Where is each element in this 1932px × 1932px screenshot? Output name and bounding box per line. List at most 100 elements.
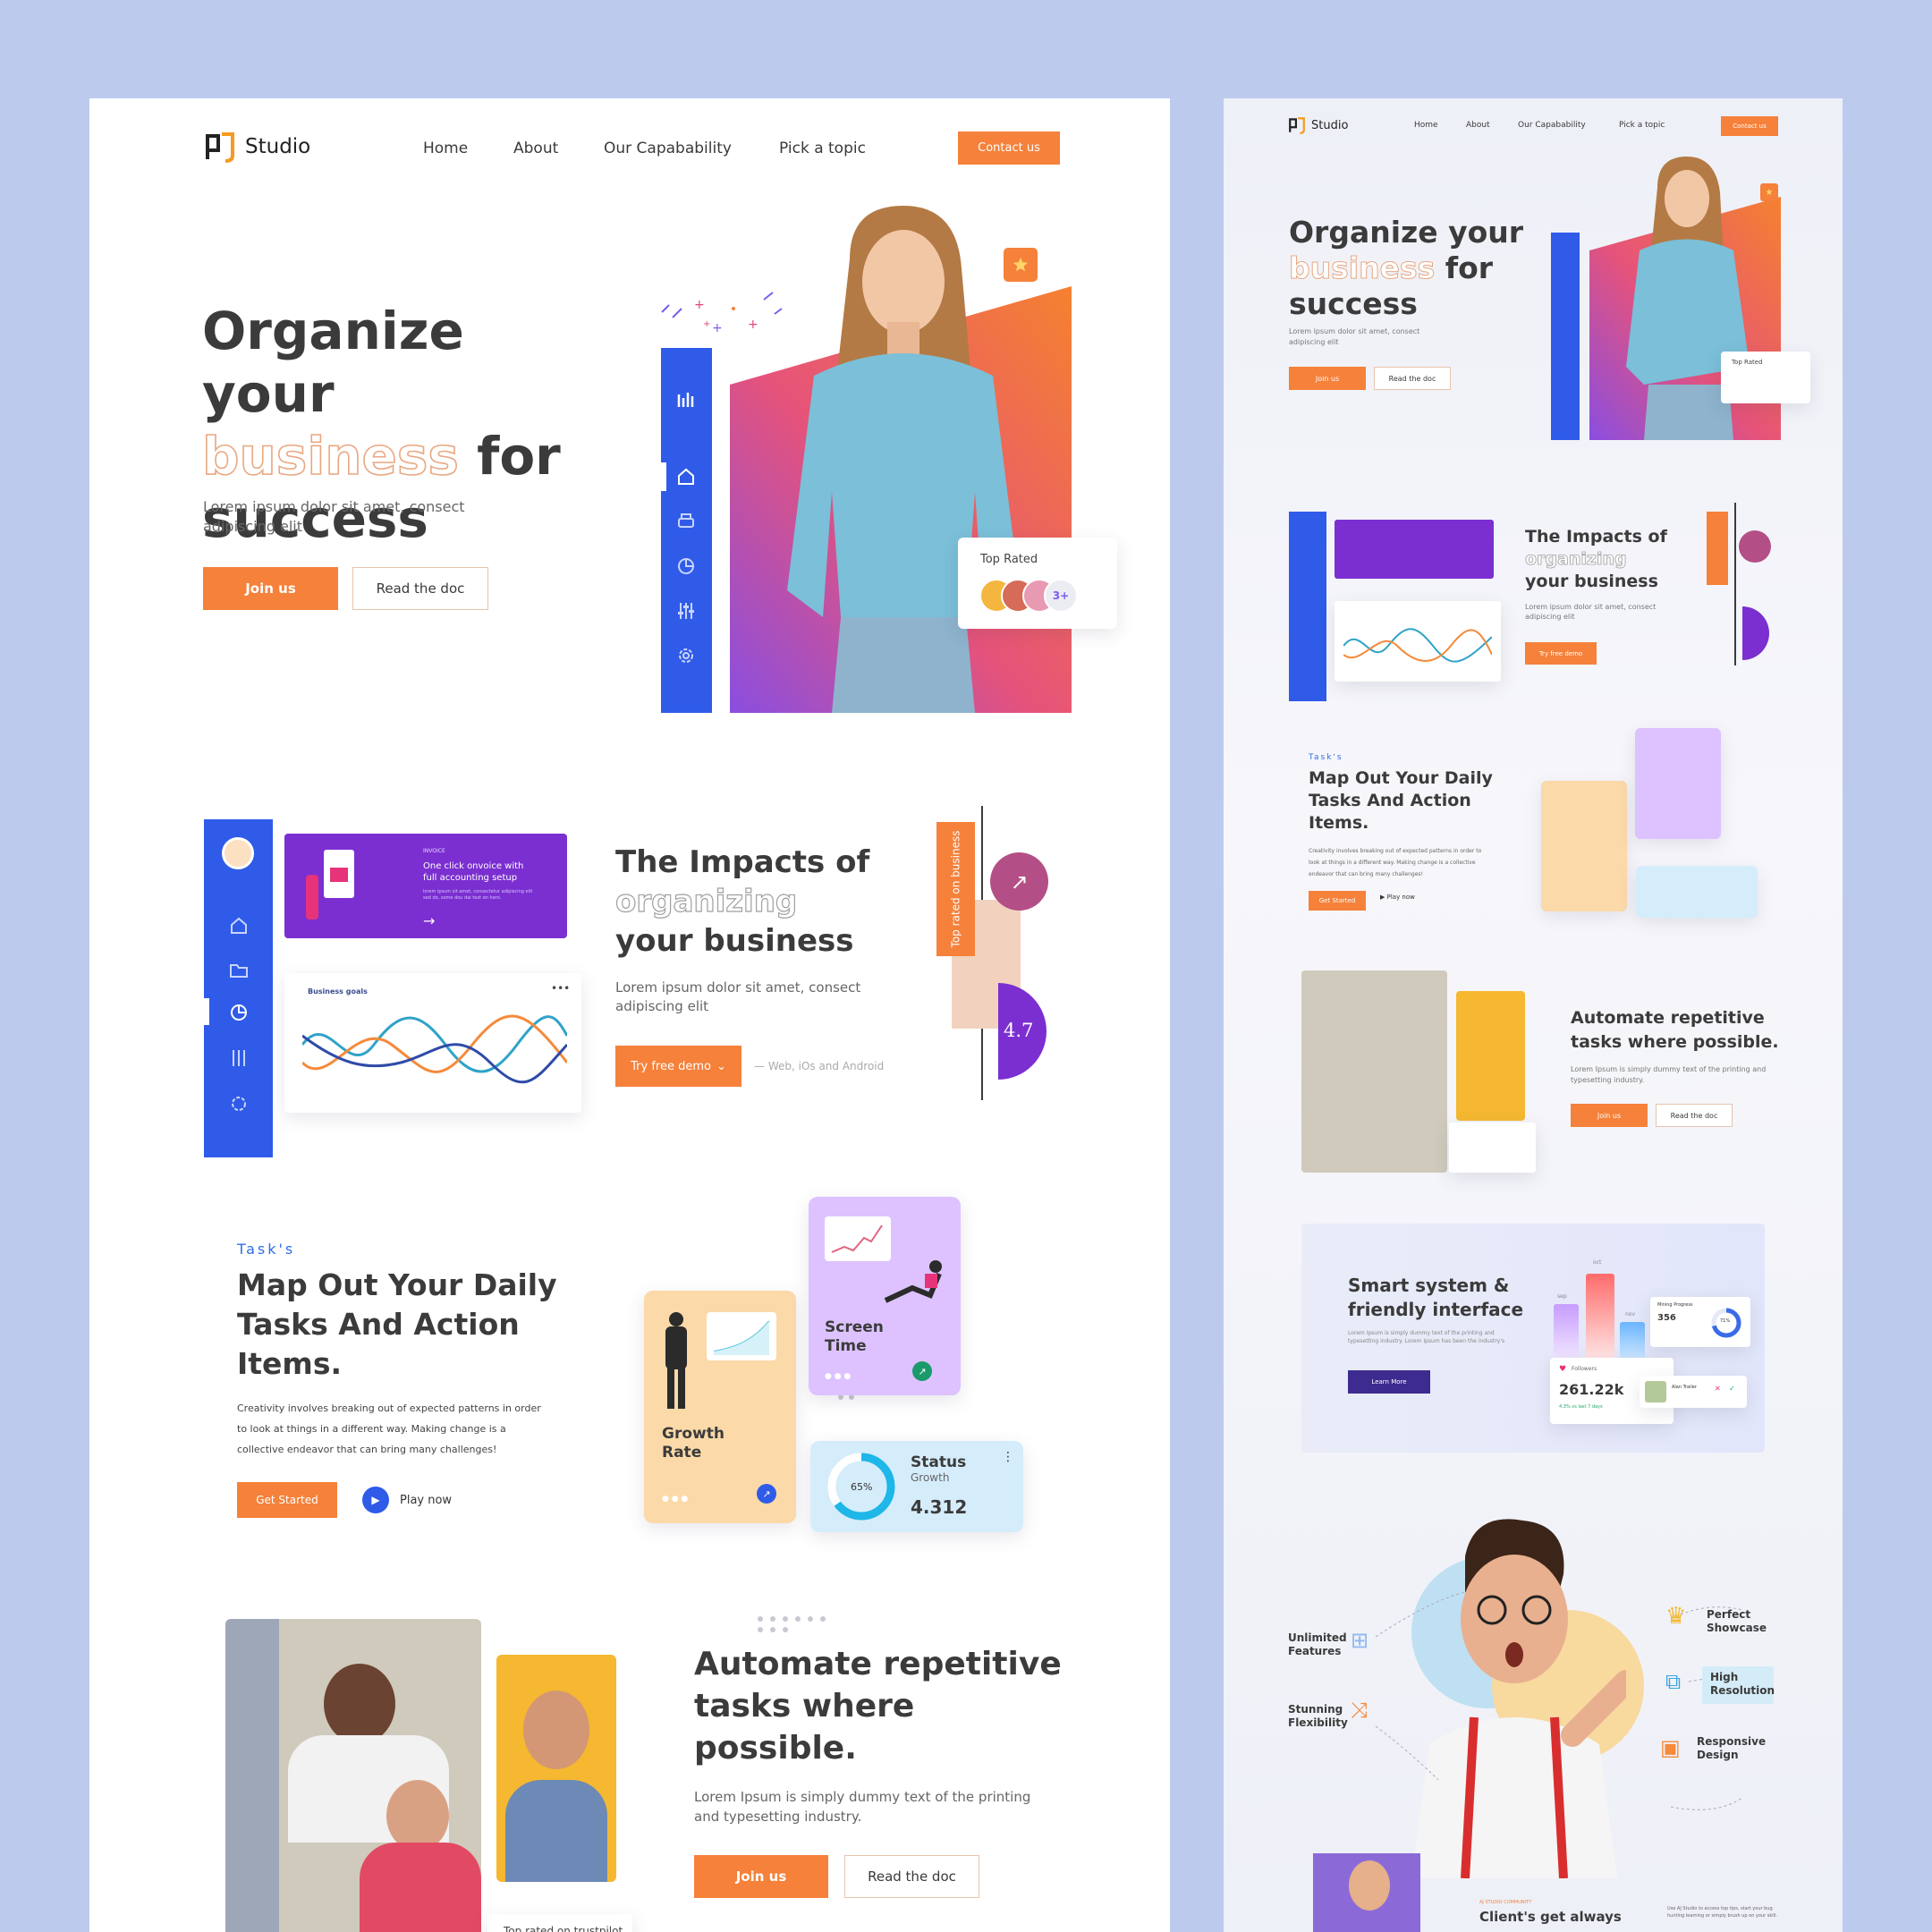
- person-illustration: [664, 1312, 691, 1411]
- person-head: [1349, 1860, 1390, 1911]
- favorite-star-badge[interactable]: [1004, 248, 1038, 282]
- arrow-right-icon[interactable]: →: [423, 912, 435, 929]
- feature-resolution: High Resolution: [1710, 1671, 1775, 1697]
- top-rated-label: Top Rated: [980, 553, 1038, 566]
- preview-automate-title: Automate repetitive tasks where possible…: [1571, 1008, 1779, 1052]
- hero-read-button[interactable]: Read the doc: [352, 567, 488, 610]
- sliders-icon[interactable]: [676, 601, 696, 621]
- arrow-up-right-icon[interactable]: ↗: [757, 1484, 776, 1504]
- play-now-label: Play now: [1386, 894, 1415, 901]
- preview-hero-title: Organize your business for success: [1288, 215, 1530, 322]
- status-value: 4.312: [911, 1496, 968, 1518]
- nav-about[interactable]: About: [513, 140, 558, 157]
- brand-logo[interactable]: Studio: [204, 131, 310, 163]
- automate-join-button[interactable]: Join us: [694, 1855, 828, 1898]
- brand-name: Studio: [245, 135, 311, 158]
- person-body: [360, 1843, 481, 1932]
- get-started-button[interactable]: Get Started: [237, 1482, 337, 1518]
- arrow-up-right-icon[interactable]: ↗: [912, 1361, 932, 1381]
- preview-read-button[interactable]: Read the doc: [1374, 367, 1451, 390]
- nav-home[interactable]: Home: [423, 140, 468, 157]
- growth-rate-card[interactable]: Growth Rate ● ● ● ↗: [644, 1291, 796, 1523]
- preview-tasks-body: Creativity involves breaking out of expe…: [1309, 848, 1482, 877]
- preview-hero-sidebar: [1551, 233, 1580, 440]
- home-icon[interactable]: [229, 916, 249, 936]
- preview-vertical-tag: [1707, 512, 1728, 585]
- sidebar-active-marker: [661, 462, 666, 491]
- hero-join-button[interactable]: Join us: [203, 567, 338, 610]
- home-icon[interactable]: [676, 467, 696, 487]
- preview-try-demo-button[interactable]: Try free demo: [1525, 642, 1597, 665]
- nav-home[interactable]: Home: [1414, 121, 1438, 130]
- carousel-dots: ● ● ●: [825, 1372, 852, 1381]
- preview-trustpilot-card: [1449, 1123, 1536, 1173]
- preview-automate-body: Lorem Ipsum is simply dummy text of the …: [1571, 1065, 1767, 1084]
- nav-topic[interactable]: Pick a topic: [1619, 121, 1665, 130]
- profile-name: Alan Trailer: [1672, 1385, 1697, 1390]
- hero-person-photo: [787, 206, 1020, 713]
- svg-text:+: +: [712, 321, 723, 335]
- business-goals-card: Business goals •••: [284, 973, 581, 1113]
- preview-top-rated-card: Top Rated: [1721, 352, 1810, 403]
- invoice-card[interactable]: INVOICE One click onvoice with full acco…: [284, 834, 567, 938]
- nav-about[interactable]: About: [1466, 121, 1490, 130]
- hero-title-line3: success: [1289, 286, 1418, 321]
- monitor-icon: ▣: [1660, 1735, 1681, 1760]
- chart-pie-icon[interactable]: [229, 1003, 249, 1022]
- growth-label: Growth Rate: [662, 1425, 724, 1462]
- preview-join-button[interactable]: Join us: [1289, 367, 1366, 390]
- learn-more-button[interactable]: Learn More: [1348, 1370, 1430, 1394]
- brand-name: Studio: [1311, 118, 1349, 132]
- chevron-down-icon: ⌄: [716, 1059, 726, 1073]
- close-icon[interactable]: ✕: [1715, 1385, 1721, 1393]
- smart-title: Smart system & friendly interface: [1348, 1275, 1524, 1320]
- status-title: Status: [911, 1453, 967, 1471]
- feature-unlimited: Unlimited Features: [1288, 1631, 1347, 1657]
- preview-status-card: [1636, 866, 1758, 918]
- status-card[interactable]: 65% Status Growth 4.312 ⋮: [810, 1441, 1023, 1532]
- impacts-title-line1: The Impacts of: [615, 844, 870, 880]
- printer-icon[interactable]: [676, 512, 696, 531]
- nav-capability[interactable]: Our Capabability: [604, 140, 732, 157]
- invoice-subtext: lorem ipsum sit amet, consectetur adipis…: [423, 889, 533, 901]
- avatar[interactable]: [222, 837, 254, 869]
- svg-text:+: +: [703, 319, 710, 329]
- favorite-star-badge[interactable]: ★: [1760, 183, 1778, 201]
- kebab-menu-icon[interactable]: ⋮: [1002, 1450, 1014, 1464]
- contact-button[interactable]: Contact us: [1721, 116, 1778, 136]
- settings-icon[interactable]: [229, 1094, 249, 1114]
- sliders-icon[interactable]: [229, 1048, 249, 1068]
- preview-play-now[interactable]: ▶ Play now: [1380, 894, 1415, 901]
- invoice-text: One click onvoice with full accounting s…: [423, 861, 524, 883]
- preview-get-started-button[interactable]: Get Started: [1309, 891, 1366, 911]
- avatar-more[interactable]: 3+: [1044, 579, 1078, 613]
- preview-tasks-title: Map Out Your Daily Tasks And Action Item…: [1309, 768, 1493, 833]
- nav-topic[interactable]: Pick a topic: [779, 140, 866, 157]
- try-demo-button[interactable]: Try free demo ⌄: [615, 1046, 741, 1087]
- nav-capability[interactable]: Our Capabability: [1518, 121, 1586, 130]
- contact-button[interactable]: Contact us: [958, 131, 1060, 165]
- followers-change: 4.3% vs last 7 days: [1559, 1404, 1603, 1410]
- preview-goals-card: [1335, 601, 1501, 682]
- month-label-nov: nov: [1625, 1311, 1636, 1318]
- settings-icon[interactable]: [676, 646, 696, 665]
- automate-read-button[interactable]: Read the doc: [844, 1855, 979, 1898]
- preview-automate-join[interactable]: Join us: [1571, 1104, 1648, 1127]
- more-dots-icon[interactable]: •••: [551, 982, 570, 995]
- brand-logo[interactable]: Studio: [1288, 116, 1348, 134]
- chart-pie-icon[interactable]: [676, 556, 696, 576]
- equalizer-icon[interactable]: [676, 391, 696, 411]
- arrow-up-right-button[interactable]: ↗: [990, 852, 1048, 911]
- mining-label: Mining Progress: [1657, 1302, 1693, 1308]
- play-now-button[interactable]: ▶ Play now: [362, 1487, 452, 1513]
- screen-time-card[interactable]: Screen Time ● ● ● ↗: [809, 1197, 961, 1395]
- preview-arrow-button[interactable]: [1739, 530, 1771, 563]
- folder-icon[interactable]: [229, 961, 249, 980]
- trustpilot-label: Top rated on trustpilot: [504, 1925, 623, 1932]
- invoice-illustration: [301, 850, 354, 930]
- preview-automate-read[interactable]: Read the doc: [1656, 1104, 1733, 1127]
- person-head: [523, 1690, 589, 1769]
- play-now-label: Play now: [400, 1493, 453, 1507]
- check-icon[interactable]: ✓: [1729, 1385, 1735, 1393]
- bookshelf-bg: [225, 1619, 279, 1932]
